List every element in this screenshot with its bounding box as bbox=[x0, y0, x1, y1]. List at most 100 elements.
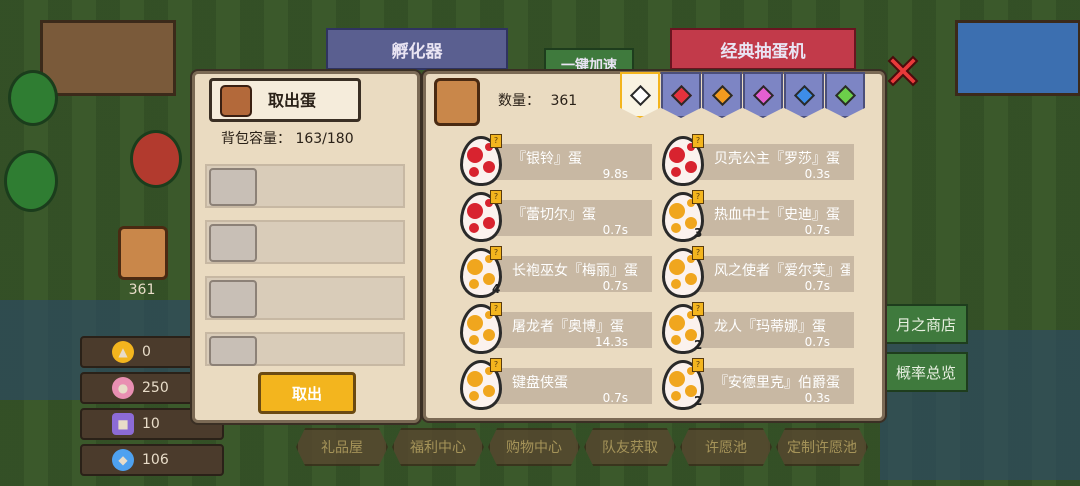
gem-icon bbox=[670, 84, 692, 106]
egg-hatch-time: 0.7s bbox=[804, 279, 830, 293]
unknown-badge-icon: ? bbox=[490, 302, 502, 316]
egg-hatch-time: 0.3s bbox=[804, 167, 830, 181]
egg-basket-icon bbox=[434, 78, 480, 126]
egg-name: 屠龙者『奥博』蛋 bbox=[512, 319, 624, 335]
character-card-icon: ■ bbox=[112, 413, 134, 435]
egg-item[interactable]: ? 屠龙者『奥博』蛋 14.3s bbox=[454, 300, 652, 356]
unknown-badge-icon: ? bbox=[692, 302, 704, 316]
pickup-panel: 取出蛋 背包容量： 163/180 取出 bbox=[192, 71, 420, 423]
egg-item[interactable]: ? 『蕾切尔』蛋 0.7s bbox=[454, 188, 652, 244]
unknown-badge-icon: ? bbox=[490, 190, 502, 204]
egg-item[interactable]: ? 贝壳公主『罗莎』蛋 0.3s bbox=[656, 132, 854, 188]
egg-item[interactable]: ? 键盘侠蛋 0.7s bbox=[454, 356, 652, 412]
backpack-icon bbox=[220, 85, 252, 117]
close-icon bbox=[887, 55, 919, 87]
filter-tab-all[interactable] bbox=[620, 72, 660, 118]
egg-count-badge: 3 bbox=[694, 226, 703, 240]
egg-list-panel: 数量： 361 ? 『银铃』蛋 9.8s? 贝壳公主『罗莎』蛋 0.3s? 『蕾切尔』蛋 0… bbox=[423, 71, 885, 421]
nav-gift-house[interactable]: 礼品屋 bbox=[296, 428, 388, 466]
egg-name: 风之使者『爱尔芙』蛋 bbox=[714, 263, 850, 279]
backpack-capacity: 背包容量： 163/180 bbox=[221, 128, 354, 148]
nav-custom-wishing-pool[interactable]: 定制许愿池 bbox=[776, 428, 868, 466]
egg-name: 『银铃』蛋 bbox=[512, 151, 582, 167]
egg-frame: ? bbox=[656, 246, 704, 298]
take-out-button[interactable]: 取出 bbox=[258, 372, 356, 414]
egg-frame: ? bbox=[454, 134, 502, 186]
egg-hatch-time: 0.7s bbox=[804, 335, 830, 349]
tab-classic-gacha[interactable]: 经典抽蛋机 bbox=[670, 28, 856, 70]
egg-item[interactable]: ? 风之使者『爱尔芙』蛋 0.7s bbox=[656, 244, 854, 300]
egg-count-badge: 2 bbox=[694, 338, 703, 352]
probability-overview-button[interactable]: 概率总览 bbox=[884, 352, 968, 392]
egg-count: 数量： 361 bbox=[498, 90, 577, 110]
egg-frame: ? bbox=[454, 358, 502, 410]
egg-name: 贝壳公主『罗莎』蛋 bbox=[714, 151, 840, 167]
egg-basket-icon[interactable] bbox=[118, 226, 168, 280]
egg-name: 热血中士『史迪』蛋 bbox=[714, 207, 840, 223]
nav-shopping-center[interactable]: 购物中心 bbox=[488, 428, 580, 466]
egg-item[interactable]: ? 『银铃』蛋 9.8s bbox=[454, 132, 652, 188]
egg-item[interactable]: ? 『安德里克』伯爵蛋 0.3s 2 bbox=[656, 356, 854, 412]
egg-frame: ? bbox=[454, 190, 502, 242]
egg-hatch-time: 9.8s bbox=[602, 167, 628, 181]
unknown-badge-icon: ? bbox=[692, 134, 704, 148]
egg-item[interactable]: ? 龙人『玛蒂娜』蛋 0.7s 2 bbox=[656, 300, 854, 356]
candy-icon: ● bbox=[112, 377, 134, 399]
egg-name: 键盘侠蛋 bbox=[512, 375, 568, 391]
unknown-badge-icon: ? bbox=[692, 358, 704, 372]
basket-count: 361 bbox=[128, 282, 156, 298]
egg-hatch-time: 0.3s bbox=[804, 391, 830, 405]
nav-welfare-center[interactable]: 福利中心 bbox=[392, 428, 484, 466]
gem-icon bbox=[752, 84, 774, 106]
moon-shop-button[interactable]: 月之商店 bbox=[884, 304, 968, 344]
egg-count-badge: 4 bbox=[492, 282, 501, 296]
unknown-badge-icon: ? bbox=[490, 246, 502, 260]
gem-icon bbox=[629, 84, 651, 106]
egg-name: 长袍巫女『梅丽』蛋 bbox=[512, 263, 638, 279]
unknown-badge-icon: ? bbox=[490, 358, 502, 372]
pickup-slot[interactable] bbox=[205, 332, 405, 366]
egg-hatch-time: 14.3s bbox=[595, 335, 628, 349]
currency-value: 106 bbox=[142, 452, 169, 468]
currency-diamond: ◆ 106 bbox=[80, 444, 224, 476]
pickup-slot[interactable] bbox=[205, 164, 405, 208]
tab-incubator[interactable]: 孵化器 bbox=[326, 28, 508, 70]
egg-hatch-time: 0.7s bbox=[602, 279, 628, 293]
unknown-badge-icon: ? bbox=[490, 134, 502, 148]
filter-tab-blue[interactable] bbox=[784, 72, 824, 118]
currency-value: 0 bbox=[142, 344, 151, 360]
egg-name: 龙人『玛蒂娜』蛋 bbox=[714, 319, 826, 335]
close-button[interactable] bbox=[878, 46, 928, 96]
egg-frame: ? bbox=[454, 302, 502, 354]
egg-name: 『安德里克』伯爵蛋 bbox=[714, 375, 840, 391]
nav-wishing-pool[interactable]: 许愿池 bbox=[680, 428, 772, 466]
count-label: 数量： bbox=[498, 93, 540, 109]
ticket-icon: ▲ bbox=[112, 341, 134, 363]
capacity-label: 背包容量： bbox=[221, 131, 291, 147]
egg-hatch-time: 0.7s bbox=[602, 391, 628, 405]
unknown-badge-icon: ? bbox=[692, 190, 704, 204]
pickup-title: 取出蛋 bbox=[268, 91, 317, 110]
egg-item[interactable]: ? 热血中士『史迪』蛋 0.7s 3 bbox=[656, 188, 854, 244]
filter-tab-green[interactable] bbox=[825, 72, 865, 118]
egg-count-badge: 2 bbox=[694, 394, 703, 408]
egg-hatch-time: 0.7s bbox=[804, 223, 830, 237]
filter-tab-red[interactable] bbox=[661, 72, 701, 118]
diamond-icon: ◆ bbox=[112, 449, 134, 471]
filter-tab-orange[interactable] bbox=[702, 72, 742, 118]
capacity-value: 163/180 bbox=[295, 131, 354, 147]
gem-icon bbox=[793, 84, 815, 106]
pickup-header: 取出蛋 bbox=[209, 78, 361, 122]
egg-item[interactable]: ? 长袍巫女『梅丽』蛋 0.7s 4 bbox=[454, 244, 652, 300]
currency-value: 250 bbox=[142, 380, 169, 396]
unknown-badge-icon: ? bbox=[692, 246, 704, 260]
pickup-slot[interactable] bbox=[205, 276, 405, 320]
nav-teammate-acquire[interactable]: 队友获取 bbox=[584, 428, 676, 466]
egg-hatch-time: 0.7s bbox=[602, 223, 628, 237]
currency-value: 10 bbox=[142, 416, 160, 432]
egg-name: 『蕾切尔』蛋 bbox=[512, 207, 596, 223]
gem-icon bbox=[834, 84, 856, 106]
gem-icon bbox=[711, 84, 733, 106]
filter-tab-pink[interactable] bbox=[743, 72, 783, 118]
pickup-slot[interactable] bbox=[205, 220, 405, 264]
